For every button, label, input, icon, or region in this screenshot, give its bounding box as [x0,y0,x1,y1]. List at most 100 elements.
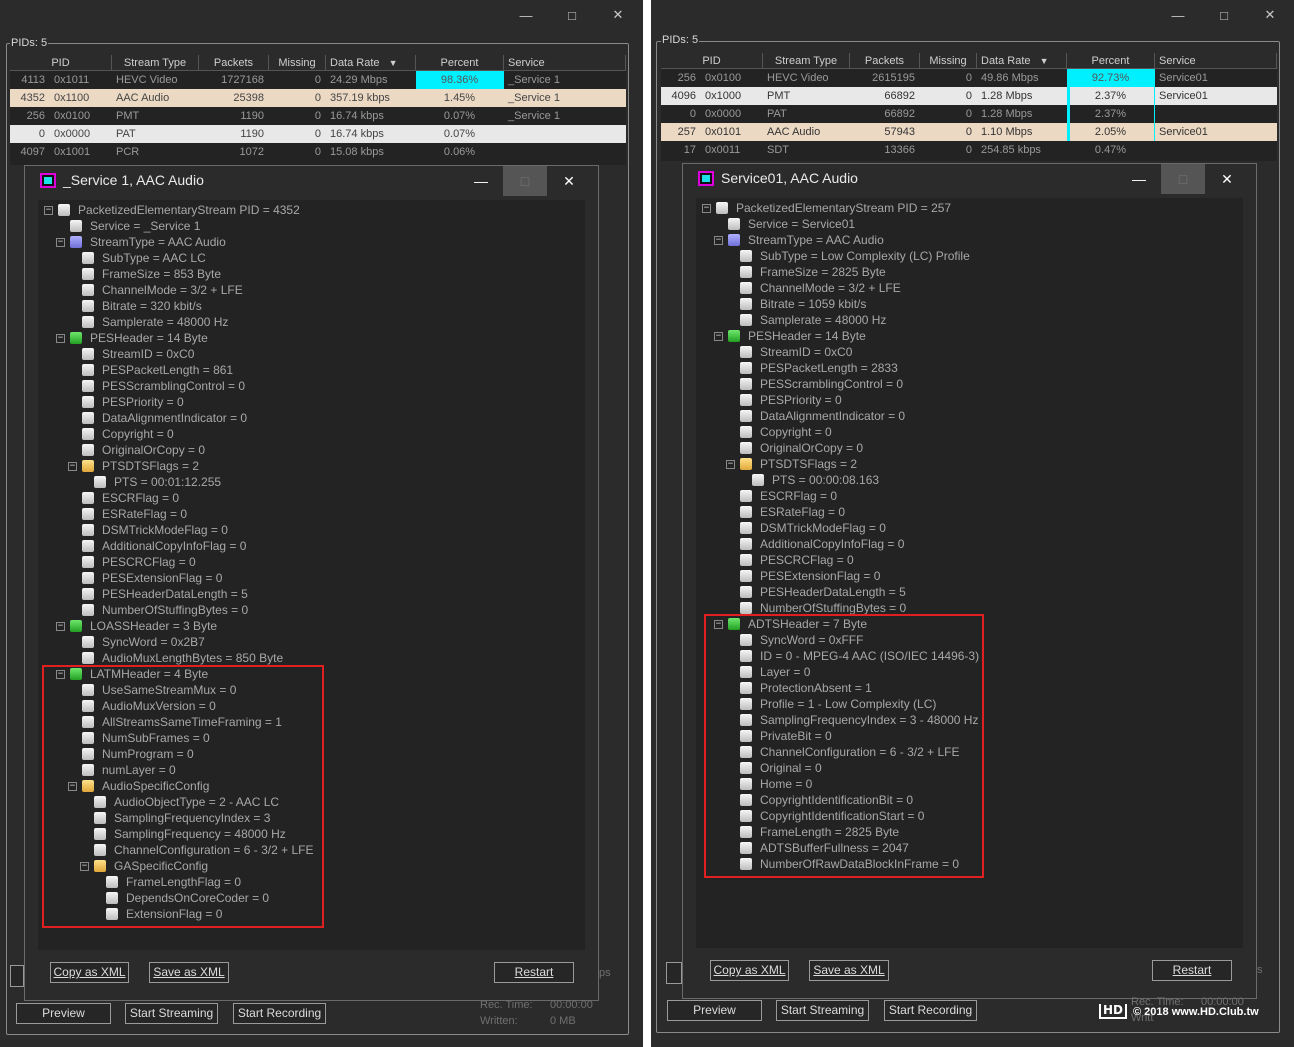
tree-node[interactable]: PESPriority = 0 [82,394,184,410]
minimize-icon[interactable]: — [459,166,503,196]
copy-xml-button[interactable]: Copy as XML [710,960,789,981]
tree-node[interactable]: − PacketizedElementaryStream PID = 4352 [44,202,300,218]
close-icon[interactable]: ✕ [547,166,591,196]
tree-node[interactable]: NumberOfStuffingBytes = 0 [82,602,248,618]
tree-node[interactable]: Bitrate = 1059 kbit/s [740,296,866,312]
minimize-icon[interactable]: — [503,0,549,30]
tree-node[interactable]: AdditionalCopyInfoFlag = 0 [740,536,904,552]
col-packets[interactable]: Packets [850,53,920,68]
col-pid[interactable]: PID [10,55,112,70]
tree-node[interactable]: PESScramblingControl = 0 [82,378,245,394]
tree-node[interactable]: PESExtensionFlag = 0 [82,570,222,586]
tree-node[interactable]: Copyright = 0 [740,424,832,440]
restart-button[interactable]: Restart [1152,960,1232,981]
table-row[interactable]: 0 0x0000 PAT 66892 0 1.28 Mbps 2.37% [661,105,1277,123]
tree-node[interactable]: PESScramblingControl = 0 [740,376,903,392]
col-stream-type[interactable]: Stream Type [112,55,199,70]
table-row[interactable]: 17 0x0011 SDT 13366 0 254.85 kbps 0.47% [661,141,1277,159]
minimize-icon[interactable]: — [1155,0,1201,30]
collapse-icon[interactable]: − [44,205,53,215]
collapse-icon[interactable]: − [56,333,65,343]
pid-table[interactable]: PID Stream Type Packets Missing Data Rat… [10,55,626,165]
collapse-icon[interactable]: − [68,461,77,471]
start-streaming-button[interactable]: Start Streaming [125,1003,218,1024]
minimize-icon[interactable]: — [1117,164,1161,194]
tree-node[interactable]: Samplerate = 48000 Hz [82,314,228,330]
preview-button[interactable]: Preview [667,1000,762,1021]
pid-table[interactable]: PID Stream Type Packets Missing Data Rat… [661,53,1277,161]
collapse-icon[interactable]: − [714,235,723,245]
collapse-icon[interactable]: − [702,203,711,213]
table-row[interactable]: 4113 0x1011 HEVC Video 1727168 0 24.29 Mbps 98… [10,71,626,89]
tree-node[interactable]: DataAlignmentIndicator = 0 [740,408,905,424]
tree-node[interactable]: SyncWord = 0x2B7 [82,634,205,650]
start-recording-button[interactable]: Start Recording [233,1003,326,1024]
tree-node[interactable]: SubType = AAC LC [82,250,206,266]
tree-node[interactable]: AdditionalCopyInfoFlag = 0 [82,538,246,554]
table-row[interactable]: 257 0x0101 AAC Audio 57943 0 1.10 Mbps 2.05% Se… [661,123,1277,141]
tree-node[interactable]: StreamID = 0xC0 [82,346,194,362]
close-icon[interactable]: ✕ [1247,0,1293,30]
start-streaming-button[interactable]: Start Streaming [776,1000,869,1021]
col-packets[interactable]: Packets [199,55,269,70]
hidden-button[interactable] [666,962,682,984]
tree-node[interactable]: DataAlignmentIndicator = 0 [82,410,247,426]
tree-node[interactable]: PESExtensionFlag = 0 [740,568,880,584]
col-percent[interactable]: Percent [416,55,504,70]
tree-node[interactable]: FrameSize = 2825 Byte [740,264,886,280]
tree-node[interactable]: PTS = 00:01:12.255 [94,474,221,490]
tree-node[interactable]: Samplerate = 48000 Hz [740,312,886,328]
maximize-icon[interactable]: □ [549,0,595,30]
tree-node[interactable]: DSMTrickModeFlag = 0 [740,520,886,536]
table-row[interactable]: 4096 0x1000 PMT 66892 0 1.28 Mbps 2.37% Service… [661,87,1277,105]
tree-node[interactable]: − PTSDTSFlags = 2 [726,456,857,472]
tree-node[interactable]: PTS = 00:00:08.163 [752,472,879,488]
tree-node[interactable]: − StreamType = AAC Audio [56,234,226,250]
restart-button[interactable]: Restart [494,962,574,983]
tree-node[interactable]: PESPriority = 0 [740,392,842,408]
tree-node[interactable]: Service = Service01 [728,216,855,232]
tree-node[interactable]: ESRateFlag = 0 [82,506,187,522]
tree-node[interactable]: FrameSize = 853 Byte [82,266,221,282]
tree-node[interactable]: PESCRCFlag = 0 [740,552,854,568]
tree-node[interactable]: OriginalOrCopy = 0 [82,442,205,458]
tree-node[interactable]: SubType = Low Complexity (LC) Profile [740,248,970,264]
tree-node[interactable]: − PESHeader = 14 Byte [56,330,208,346]
tree-node[interactable]: − PTSDTSFlags = 2 [68,458,199,474]
tree-node[interactable]: PESPacketLength = 2833 [740,360,898,376]
table-row[interactable]: 4097 0x1001 PCR 1072 0 15.08 kbps 0.06% [10,143,626,161]
tree-node[interactable]: PESHeaderDataLength = 5 [740,584,906,600]
save-xml-button[interactable]: Save as XML [149,962,229,983]
preview-button[interactable]: Preview [16,1003,111,1024]
col-service[interactable]: Service [504,55,626,70]
tree-node[interactable]: ESCRFlag = 0 [82,490,179,506]
col-percent[interactable]: Percent [1067,53,1155,68]
col-data-rate[interactable]: Data Rate ▼ [326,55,416,70]
tree-node[interactable]: PESCRCFlag = 0 [82,554,196,570]
tree-node[interactable]: Service = _Service 1 [70,218,200,234]
tree-node[interactable]: Copyright = 0 [82,426,174,442]
save-xml-button[interactable]: Save as XML [809,960,889,981]
table-row[interactable]: 0 0x0000 PAT 1190 0 16.74 kbps 0.07% [10,125,626,143]
col-data-rate[interactable]: Data Rate ▼ [977,53,1067,68]
table-row[interactable]: 256 0x0100 PMT 1190 0 16.74 kbps 0.07% _Service… [10,107,626,125]
collapse-icon[interactable]: − [714,331,723,341]
close-icon[interactable]: ✕ [1205,164,1249,194]
tree-node[interactable]: DSMTrickModeFlag = 0 [82,522,228,538]
tree-node[interactable]: − StreamType = AAC Audio [714,232,884,248]
tree-node[interactable]: OriginalOrCopy = 0 [740,440,863,456]
col-pid[interactable]: PID [661,53,763,68]
tree-node[interactable]: − PESHeader = 14 Byte [714,328,866,344]
col-missing[interactable]: Missing [920,53,977,68]
start-recording-button[interactable]: Start Recording [884,1000,977,1021]
tree-node[interactable]: − LOASSHeader = 3 Byte [56,618,217,634]
table-row[interactable]: 4352 0x1100 AAC Audio 25398 0 357.19 kbps 1.45… [10,89,626,107]
tree-node[interactable]: ESCRFlag = 0 [740,488,837,504]
col-missing[interactable]: Missing [269,55,326,70]
collapse-icon[interactable]: − [56,621,65,631]
tree-node[interactable]: − PacketizedElementaryStream PID = 257 [702,200,951,216]
collapse-icon[interactable]: − [56,237,65,247]
close-icon[interactable]: ✕ [595,0,641,30]
maximize-icon[interactable]: □ [1201,0,1247,30]
copy-xml-button[interactable]: Copy as XML [50,962,129,983]
